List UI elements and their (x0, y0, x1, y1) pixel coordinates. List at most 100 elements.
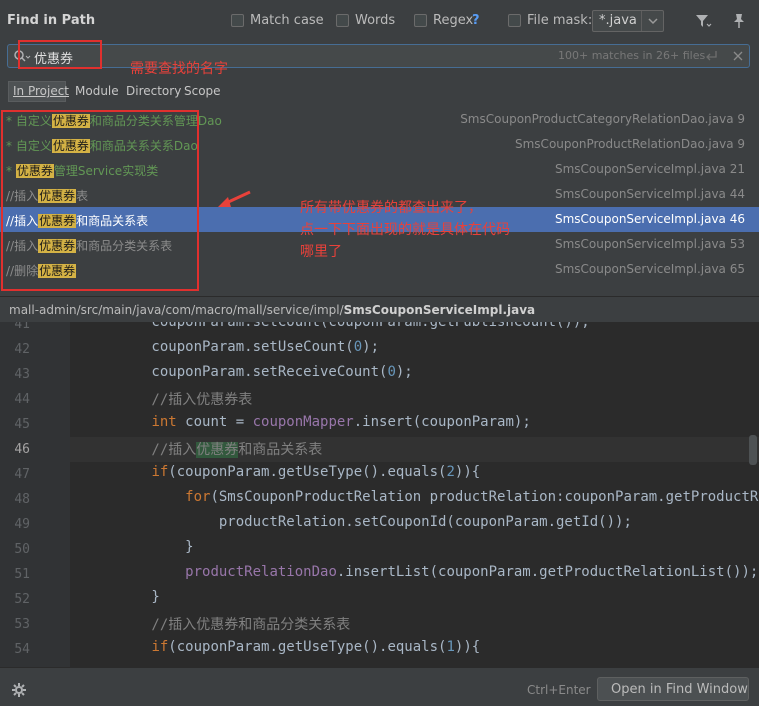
code-token: )){ (454, 639, 481, 655)
result-file: SmsCouponServiceImpl.java 21 (554, 162, 745, 176)
code-token: .insertList(couponParam.getProductRelati… (336, 564, 759, 580)
open-in-find-window-button[interactable]: Open in Find Window (597, 677, 749, 701)
match-summary: 100+ matches in 26+ files (558, 49, 706, 62)
line-number: 42 (14, 342, 30, 357)
file-path-name: SmsCouponServiceImpl.java (343, 303, 536, 317)
tab-directory[interactable]: Directory (126, 84, 181, 98)
code-token: } (84, 589, 160, 605)
annotation-search-note: 需要查找的名字 (130, 61, 228, 77)
code-token: 0 (387, 364, 396, 380)
line-number: 48 (14, 492, 30, 507)
file-mask-value: *.java (599, 13, 637, 28)
code-token: 和商品关系表 (238, 442, 323, 458)
dialog-header: Find in Path Match case Words Regex ? Fi… (0, 0, 759, 42)
tab-scope[interactable]: Scope (184, 84, 221, 98)
regex-checkbox[interactable] (414, 14, 427, 27)
search-input[interactable]: 优惠券 100+ matches in 26+ files (7, 44, 750, 68)
shortcut-hint: Ctrl+Enter (527, 683, 591, 697)
annotation-box-results (1, 110, 199, 291)
regex-label[interactable]: Regex (433, 13, 473, 28)
code-token: //插入优惠券和商品分类关系表 (84, 617, 351, 633)
code-preview[interactable]: 41 couponParam.setCount(couponParam.getP… (0, 322, 759, 667)
code-token: ); (395, 364, 413, 380)
code-line: //插入优惠券表 (84, 389, 252, 409)
code-token: count = (176, 414, 253, 430)
file-path-bar: mall-admin/src/main/java/com/macro/mall/… (0, 296, 759, 324)
filter-icon[interactable] (694, 12, 712, 30)
line-number: 47 (14, 467, 30, 482)
result-file: SmsCouponProductRelationDao.java 9 (515, 137, 745, 151)
regex-help-icon[interactable]: ? (472, 13, 480, 28)
result-file: SmsCouponServiceImpl.java 44 (554, 187, 745, 201)
line-number: 53 (14, 617, 30, 632)
code-line: //插入优惠券和商品关系表 (84, 439, 322, 459)
annotation-result-note-1: 所有带优惠券的都查出来了， (300, 200, 482, 216)
annotation-box-search (18, 40, 102, 69)
code-token: int (151, 414, 177, 430)
annotation-result-note-2: 点一下下面出现的就是具体在代码 (300, 222, 510, 238)
line-number: 49 (14, 517, 30, 532)
tab-in-project[interactable]: In Project (13, 84, 69, 98)
code-token: 优惠券 (196, 442, 239, 458)
code-line: } (84, 539, 194, 555)
code-token: productRelation.setCouponId(couponParam.… (84, 514, 632, 530)
code-token: if (151, 464, 169, 480)
code-line: int count = couponMapper.insert(couponPa… (84, 414, 531, 430)
file-mask-input[interactable]: *.java (592, 10, 664, 32)
code-token: 0 (353, 339, 363, 355)
editor-scrollbar[interactable] (749, 435, 757, 465)
file-mask-label[interactable]: File mask: (527, 13, 592, 28)
arrow-icon (218, 190, 251, 207)
code-line: productRelation.setCouponId(couponParam.… (84, 514, 632, 530)
gear-icon[interactable] (11, 682, 27, 698)
code-line: } (84, 589, 160, 605)
code-line: for(SmsCouponProductRelation productRela… (84, 489, 759, 505)
new-line-icon[interactable] (704, 49, 720, 63)
line-number: 54 (14, 642, 30, 657)
words-checkbox[interactable] (336, 14, 349, 27)
code-token: couponMapper (252, 414, 354, 430)
code-line: if(couponParam.getUseType().equals(1)){ (84, 639, 480, 655)
clear-icon[interactable] (732, 50, 744, 62)
code-token: (couponParam.getUseType().equals( (168, 464, 447, 480)
tab-module[interactable]: Module (75, 84, 119, 98)
line-number: 45 (14, 417, 30, 432)
code-line: //插入优惠券和商品分类关系表 (84, 614, 350, 634)
code-token: couponParam.setCount(couponParam.getPubl… (84, 322, 590, 330)
result-file: SmsCouponServiceImpl.java 46 (554, 212, 745, 226)
dialog-footer: Ctrl+Enter Open in Find Window (0, 667, 759, 706)
code-token: )){ (454, 464, 481, 480)
match-case-checkbox[interactable] (231, 14, 244, 27)
pin-icon[interactable] (731, 12, 747, 30)
words-label[interactable]: Words (355, 13, 395, 28)
code-token: couponParam.setUseCount( (84, 339, 354, 355)
code-token: //插入优惠券表 (84, 392, 253, 408)
code-token: 1 (446, 639, 455, 655)
file-mask-checkbox[interactable] (508, 14, 521, 27)
code-token: couponParam.setReceiveCount( (84, 364, 388, 380)
file-mask-dropdown[interactable] (641, 11, 664, 31)
code-line: if(couponParam.getUseType().equals(2)){ (84, 464, 480, 480)
line-number: 51 (14, 567, 30, 582)
code-token: for (185, 489, 211, 505)
match-case-label[interactable]: Match case (250, 13, 324, 28)
code-line: couponParam.setReceiveCount(0); (84, 364, 413, 380)
code-token: (couponParam.getUseType().equals( (168, 639, 447, 655)
code-token: 2 (446, 464, 455, 480)
file-path-dir: mall-admin/src/main/java/com/macro/mall/… (9, 303, 344, 317)
chevron-down-icon (648, 18, 658, 25)
line-number: 50 (14, 542, 30, 557)
result-file: SmsCouponServiceImpl.java 65 (554, 262, 745, 276)
code-token: } (84, 539, 194, 555)
line-number: 46 (14, 442, 30, 457)
annotation-result-note-3: 哪里了 (300, 244, 342, 260)
code-token: .insert(couponParam); (353, 414, 531, 430)
code-token: (SmsCouponProductRelation productRelatio… (210, 489, 759, 505)
open-in-find-window-label: Open in Find Window (611, 682, 748, 697)
line-number: 44 (14, 392, 30, 407)
code-line: couponParam.setCount(couponParam.getPubl… (84, 322, 590, 330)
